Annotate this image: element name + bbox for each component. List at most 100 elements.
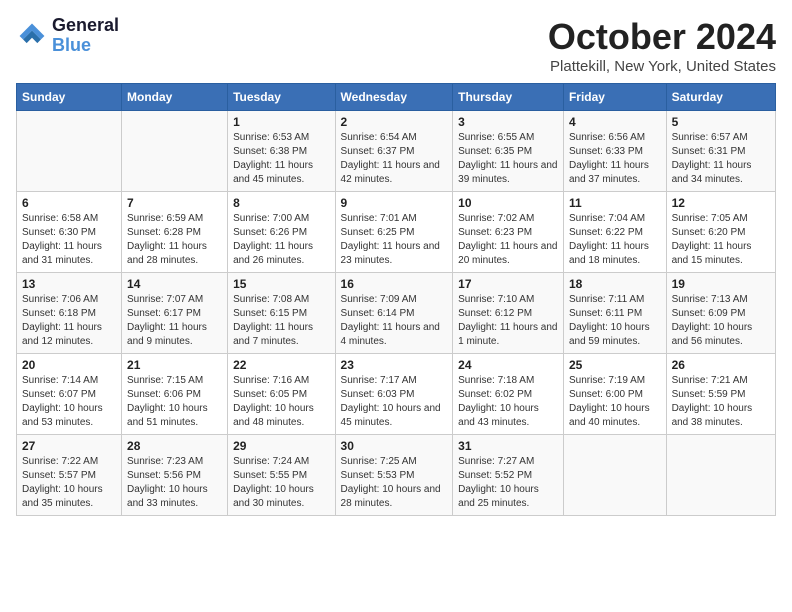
day-detail: Sunrise: 7:21 AM Sunset: 5:59 PM Dayligh…	[672, 374, 770, 430]
day-detail: Sunrise: 7:24 AM Sunset: 5:55 PM Dayligh…	[233, 455, 329, 511]
day-number: 30	[341, 439, 448, 453]
day-number: 20	[22, 358, 116, 372]
calendar-cell: 15Sunrise: 7:08 AM Sunset: 6:15 PM Dayli…	[228, 273, 335, 354]
day-detail: Sunrise: 7:14 AM Sunset: 6:07 PM Dayligh…	[22, 374, 116, 430]
day-detail: Sunrise: 6:54 AM Sunset: 6:37 PM Dayligh…	[341, 131, 448, 187]
calendar-cell: 28Sunrise: 7:23 AM Sunset: 5:56 PM Dayli…	[122, 435, 228, 516]
calendar-cell	[563, 435, 666, 516]
day-detail: Sunrise: 6:59 AM Sunset: 6:28 PM Dayligh…	[127, 212, 222, 268]
day-number: 4	[569, 115, 661, 129]
day-number: 7	[127, 196, 222, 210]
calendar-cell: 26 Sunrise: 7:21 AM Sunset: 5:59 PM Dayli…	[666, 354, 775, 435]
weekday-header: Sunday	[17, 84, 122, 111]
weekday-header: Saturday	[666, 84, 775, 111]
weekday-header: Friday	[563, 84, 666, 111]
logo-line1: General	[52, 16, 119, 36]
day-number: 18	[569, 277, 661, 291]
day-number: 6	[22, 196, 116, 210]
calendar-cell: 12 Sunrise: 7:05 AM Sunset: 6:20 PM Dayli…	[666, 192, 775, 273]
calendar-cell	[17, 111, 122, 192]
day-detail: Sunrise: 7:05 AM Sunset: 6:20 PM Dayligh…	[672, 212, 770, 268]
day-detail: Sunrise: 7:27 AM Sunset: 5:52 PM Dayligh…	[458, 455, 558, 511]
day-detail: Sunrise: 7:08 AM Sunset: 6:15 PM Dayligh…	[233, 293, 329, 349]
calendar-week-row: 27 Sunrise: 7:22 AM Sunset: 5:57 PM Dayli…	[17, 435, 776, 516]
logo-line2: Blue	[52, 36, 119, 56]
calendar-cell: 2Sunrise: 6:54 AM Sunset: 6:37 PM Daylig…	[335, 111, 453, 192]
day-detail: Sunrise: 7:18 AM Sunset: 6:02 PM Dayligh…	[458, 374, 558, 430]
calendar-cell: 16Sunrise: 7:09 AM Sunset: 6:14 PM Dayli…	[335, 273, 453, 354]
calendar-cell: 29 Sunrise: 7:24 AM Sunset: 5:55 PM Dayli…	[228, 435, 335, 516]
day-number: 1	[233, 115, 329, 129]
day-number: 21	[127, 358, 222, 372]
calendar-cell: 6 Sunrise: 6:58 AM Sunset: 6:30 PM Daylig…	[17, 192, 122, 273]
calendar-cell: 8Sunrise: 7:00 AM Sunset: 6:26 PM Daylig…	[228, 192, 335, 273]
logo-icon	[16, 20, 48, 52]
day-detail: Sunrise: 7:10 AM Sunset: 6:12 PM Dayligh…	[458, 293, 558, 349]
calendar-cell	[666, 435, 775, 516]
calendar-cell: 22Sunrise: 7:16 AM Sunset: 6:05 PM Dayli…	[228, 354, 335, 435]
day-number: 13	[22, 277, 116, 291]
weekday-header: Monday	[122, 84, 228, 111]
day-detail: Sunrise: 7:02 AM Sunset: 6:23 PM Dayligh…	[458, 212, 558, 268]
calendar-header: SundayMondayTuesdayWednesdayThursdayFrid…	[17, 84, 776, 111]
calendar-cell: 4Sunrise: 6:56 AM Sunset: 6:33 PM Daylig…	[563, 111, 666, 192]
calendar-cell: 1 Sunrise: 6:53 AM Sunset: 6:38 PM Daylig…	[228, 111, 335, 192]
day-number: 25	[569, 358, 661, 372]
day-number: 19	[672, 277, 770, 291]
day-number: 17	[458, 277, 558, 291]
day-number: 5	[672, 115, 770, 129]
logo: General Blue	[16, 16, 119, 56]
calendar-cell: 20 Sunrise: 7:14 AM Sunset: 6:07 PM Dayli…	[17, 354, 122, 435]
day-number: 9	[341, 196, 448, 210]
calendar-cell: 25Sunrise: 7:19 AM Sunset: 6:00 PM Dayli…	[563, 354, 666, 435]
day-number: 16	[341, 277, 448, 291]
calendar-cell: 23Sunrise: 7:17 AM Sunset: 6:03 PM Dayli…	[335, 354, 453, 435]
calendar-cell: 24 Sunrise: 7:18 AM Sunset: 6:02 PM Dayli…	[453, 354, 564, 435]
calendar-cell: 5 Sunrise: 6:57 AM Sunset: 6:31 PM Daylig…	[666, 111, 775, 192]
day-detail: Sunrise: 6:58 AM Sunset: 6:30 PM Dayligh…	[22, 212, 116, 268]
day-number: 14	[127, 277, 222, 291]
day-number: 31	[458, 439, 558, 453]
day-detail: Sunrise: 7:13 AM Sunset: 6:09 PM Dayligh…	[672, 293, 770, 349]
day-detail: Sunrise: 6:55 AM Sunset: 6:35 PM Dayligh…	[458, 131, 558, 187]
calendar-week-row: 13Sunrise: 7:06 AM Sunset: 6:18 PM Dayli…	[17, 273, 776, 354]
day-number: 28	[127, 439, 222, 453]
day-detail: Sunrise: 7:17 AM Sunset: 6:03 PM Dayligh…	[341, 374, 448, 430]
weekday-header: Wednesday	[335, 84, 453, 111]
day-detail: Sunrise: 6:53 AM Sunset: 6:38 PM Dayligh…	[233, 131, 329, 187]
month-title: October 2024	[548, 16, 776, 58]
calendar-week-row: 20 Sunrise: 7:14 AM Sunset: 6:07 PM Dayli…	[17, 354, 776, 435]
day-detail: Sunrise: 7:25 AM Sunset: 5:53 PM Dayligh…	[341, 455, 448, 511]
day-number: 26	[672, 358, 770, 372]
calendar-week-row: 1 Sunrise: 6:53 AM Sunset: 6:38 PM Daylig…	[17, 111, 776, 192]
calendar-cell: 14 Sunrise: 7:07 AM Sunset: 6:17 PM Dayli…	[122, 273, 228, 354]
day-detail: Sunrise: 7:04 AM Sunset: 6:22 PM Dayligh…	[569, 212, 661, 268]
day-detail: Sunrise: 7:00 AM Sunset: 6:26 PM Dayligh…	[233, 212, 329, 268]
day-detail: Sunrise: 7:11 AM Sunset: 6:11 PM Dayligh…	[569, 293, 661, 349]
day-detail: Sunrise: 7:22 AM Sunset: 5:57 PM Dayligh…	[22, 455, 116, 511]
calendar-cell: 18 Sunrise: 7:11 AM Sunset: 6:11 PM Dayli…	[563, 273, 666, 354]
calendar-cell: 7 Sunrise: 6:59 AM Sunset: 6:28 PM Daylig…	[122, 192, 228, 273]
day-detail: Sunrise: 7:01 AM Sunset: 6:25 PM Dayligh…	[341, 212, 448, 268]
calendar-cell: 31 Sunrise: 7:27 AM Sunset: 5:52 PM Dayli…	[453, 435, 564, 516]
location-subtitle: Plattekill, New York, United States	[548, 58, 776, 75]
calendar-cell: 10 Sunrise: 7:02 AM Sunset: 6:23 PM Dayli…	[453, 192, 564, 273]
day-number: 3	[458, 115, 558, 129]
calendar-cell: 21Sunrise: 7:15 AM Sunset: 6:06 PM Dayli…	[122, 354, 228, 435]
calendar-cell: 19 Sunrise: 7:13 AM Sunset: 6:09 PM Dayli…	[666, 273, 775, 354]
weekday-header-row: SundayMondayTuesdayWednesdayThursdayFrid…	[17, 84, 776, 111]
day-number: 29	[233, 439, 329, 453]
day-number: 27	[22, 439, 116, 453]
calendar-cell: 17 Sunrise: 7:10 AM Sunset: 6:12 PM Dayli…	[453, 273, 564, 354]
title-block: October 2024 Plattekill, New York, Unite…	[548, 16, 776, 75]
calendar-cell	[122, 111, 228, 192]
page-header: General Blue October 2024 Plattekill, Ne…	[16, 16, 776, 75]
day-detail: Sunrise: 7:07 AM Sunset: 6:17 PM Dayligh…	[127, 293, 222, 349]
day-number: 11	[569, 196, 661, 210]
day-number: 10	[458, 196, 558, 210]
day-detail: Sunrise: 6:57 AM Sunset: 6:31 PM Dayligh…	[672, 131, 770, 187]
day-number: 24	[458, 358, 558, 372]
day-number: 12	[672, 196, 770, 210]
weekday-header: Thursday	[453, 84, 564, 111]
calendar-cell: 11 Sunrise: 7:04 AM Sunset: 6:22 PM Dayli…	[563, 192, 666, 273]
